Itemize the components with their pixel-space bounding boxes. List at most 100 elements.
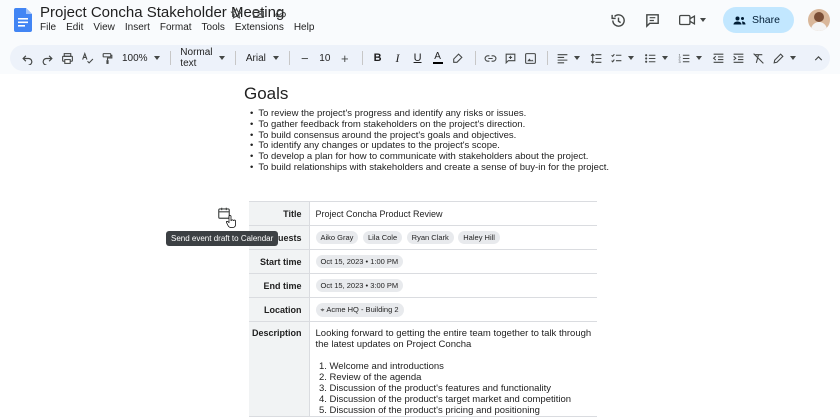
link-icon[interactable] <box>481 48 499 68</box>
chevron-down-icon[interactable] <box>573 56 580 60</box>
divider <box>169 51 171 65</box>
style-value: Normal text <box>180 47 213 69</box>
menu-edit[interactable]: Edit <box>66 22 83 33</box>
guest-chip[interactable]: Lila Cole <box>362 231 403 244</box>
menu-insert[interactable]: Insert <box>125 22 150 33</box>
chevron-down-icon[interactable] <box>627 56 634 60</box>
print-icon[interactable] <box>58 48 76 68</box>
table-row: Description Looking forward to getting t… <box>249 321 598 417</box>
chevron-down-icon[interactable] <box>661 56 668 60</box>
location-label: Location <box>249 297 310 322</box>
increase-indent-icon[interactable] <box>730 48 748 68</box>
version-history-icon[interactable] <box>609 10 629 30</box>
bulleted-list-icon[interactable] <box>642 48 660 68</box>
font-size-field[interactable]: 10 <box>316 48 334 68</box>
start-time-label: Start time <box>249 249 310 274</box>
description-intro: Looking forward to getting the entire te… <box>315 328 592 350</box>
decrease-indent-icon[interactable] <box>710 48 728 68</box>
checklist-icon[interactable] <box>608 48 626 68</box>
underline-icon[interactable]: U <box>409 48 427 68</box>
chevron-down-icon[interactable] <box>695 56 702 60</box>
tooltip: Send event draft to Calendar <box>166 231 279 246</box>
table-row: Location Acme HQ - Building 2 <box>249 297 597 322</box>
chevron-down-icon <box>153 56 160 60</box>
divider <box>235 51 236 65</box>
insert-image-icon[interactable] <box>521 48 539 68</box>
style-select[interactable]: Normal text <box>176 47 229 69</box>
list-item: To gather feedback from stakeholders on … <box>250 119 609 131</box>
description-label: Description <box>249 321 310 417</box>
font-value: Arial <box>245 52 266 64</box>
editing-mode-pencil-icon[interactable] <box>770 48 788 68</box>
top-right-actions: Share <box>609 7 830 33</box>
collapse-menus-icon[interactable] <box>810 48 828 68</box>
menu-view[interactable]: View <box>93 22 115 33</box>
menu-bar: File Edit View Insert Format Tools Exten… <box>40 22 314 33</box>
divider <box>474 51 476 65</box>
line-spacing-icon[interactable] <box>588 48 606 68</box>
title-label: Title <box>249 201 310 226</box>
guests-value: Aiko Gray Lila Cole Ryan Clark Haley Hil… <box>309 225 597 250</box>
redo-icon[interactable] <box>38 48 56 68</box>
chevron-down-icon[interactable] <box>789 56 796 60</box>
comments-icon[interactable] <box>643 10 663 30</box>
list-item: Discussion of the product's features and… <box>330 383 598 394</box>
description-value[interactable]: Looking forward to getting the entire te… <box>309 321 598 417</box>
meet-video-icon[interactable] <box>677 10 709 30</box>
hand-cursor-icon <box>226 215 236 228</box>
cloud-saved-icon[interactable] <box>272 5 288 21</box>
guest-chip[interactable]: Ryan Clark <box>406 231 454 244</box>
move-folder-icon[interactable] <box>250 5 266 21</box>
chevron-down-icon <box>273 56 280 60</box>
numbered-list-icon[interactable]: 123 <box>676 48 694 68</box>
menu-format[interactable]: Format <box>160 22 192 33</box>
list-item: Discussion of the product's target marke… <box>330 394 598 405</box>
list-item: Discussion of the product's pricing and … <box>330 405 598 416</box>
divider <box>547 51 548 65</box>
text-color-icon[interactable]: A <box>429 48 447 68</box>
list-item: Welcome and introductions <box>330 361 598 372</box>
goals-heading: Goals <box>244 84 289 103</box>
increase-font-size-icon[interactable]: + <box>336 48 354 68</box>
table-row: Title Project Concha Product Review <box>249 201 597 226</box>
bold-icon[interactable]: B <box>369 48 387 68</box>
highlight-icon[interactable] <box>449 48 467 68</box>
menu-help[interactable]: Help <box>294 22 315 33</box>
paint-format-icon[interactable] <box>98 48 116 68</box>
location-chip[interactable]: Acme HQ - Building 2 <box>315 302 404 317</box>
decrease-font-size-icon[interactable]: − <box>296 48 314 68</box>
star-icon[interactable] <box>228 5 244 21</box>
guest-chip[interactable]: Haley Hill <box>458 231 500 244</box>
list-item: Review of the agenda <box>330 372 598 383</box>
docs-logo-icon[interactable] <box>14 8 32 32</box>
people-icon <box>733 16 746 24</box>
start-time-chip[interactable]: Oct 15, 2023 • 1:00 PM <box>315 255 404 268</box>
guest-chip[interactable]: Aiko Gray <box>315 231 359 244</box>
undo-icon[interactable] <box>18 48 36 68</box>
list-item: To build relationships with stakeholders… <box>250 162 609 174</box>
menu-file[interactable]: File <box>40 22 56 33</box>
spellcheck-icon[interactable] <box>78 48 96 68</box>
agenda-list: Welcome and introductions Review of the … <box>316 361 598 416</box>
font-select[interactable]: Arial <box>242 53 283 64</box>
menu-tools[interactable]: Tools <box>202 22 225 33</box>
zoom-select[interactable]: 100% <box>118 53 164 64</box>
share-button[interactable]: Share <box>722 7 794 33</box>
svg-text:3: 3 <box>679 59 681 63</box>
table-row: End time Oct 15, 2023 • 3:00 PM <box>249 273 597 298</box>
title-bar: Project Concha Stakeholder Meeting File … <box>0 0 840 44</box>
end-time-chip[interactable]: Oct 15, 2023 • 3:00 PM <box>315 279 404 292</box>
formatting-toolbar: 100% Normal text Arial − 10 + B I U A 12… <box>10 45 830 71</box>
italic-icon[interactable]: I <box>389 48 407 68</box>
event-draft-table: Title Project Concha Product Review Gues… <box>249 201 597 417</box>
title-value[interactable]: Project Concha Product Review <box>309 201 597 226</box>
end-time-label: End time <box>249 273 310 298</box>
add-comment-icon[interactable] <box>501 48 519 68</box>
clear-formatting-icon[interactable] <box>750 48 768 68</box>
align-left-icon[interactable] <box>554 48 572 68</box>
avatar[interactable] <box>808 9 830 31</box>
share-label: Share <box>751 14 780 26</box>
divider <box>289 51 290 65</box>
document-canvas[interactable]: Goals To review the project's progress a… <box>0 74 840 420</box>
menu-extensions[interactable]: Extensions <box>235 22 284 33</box>
